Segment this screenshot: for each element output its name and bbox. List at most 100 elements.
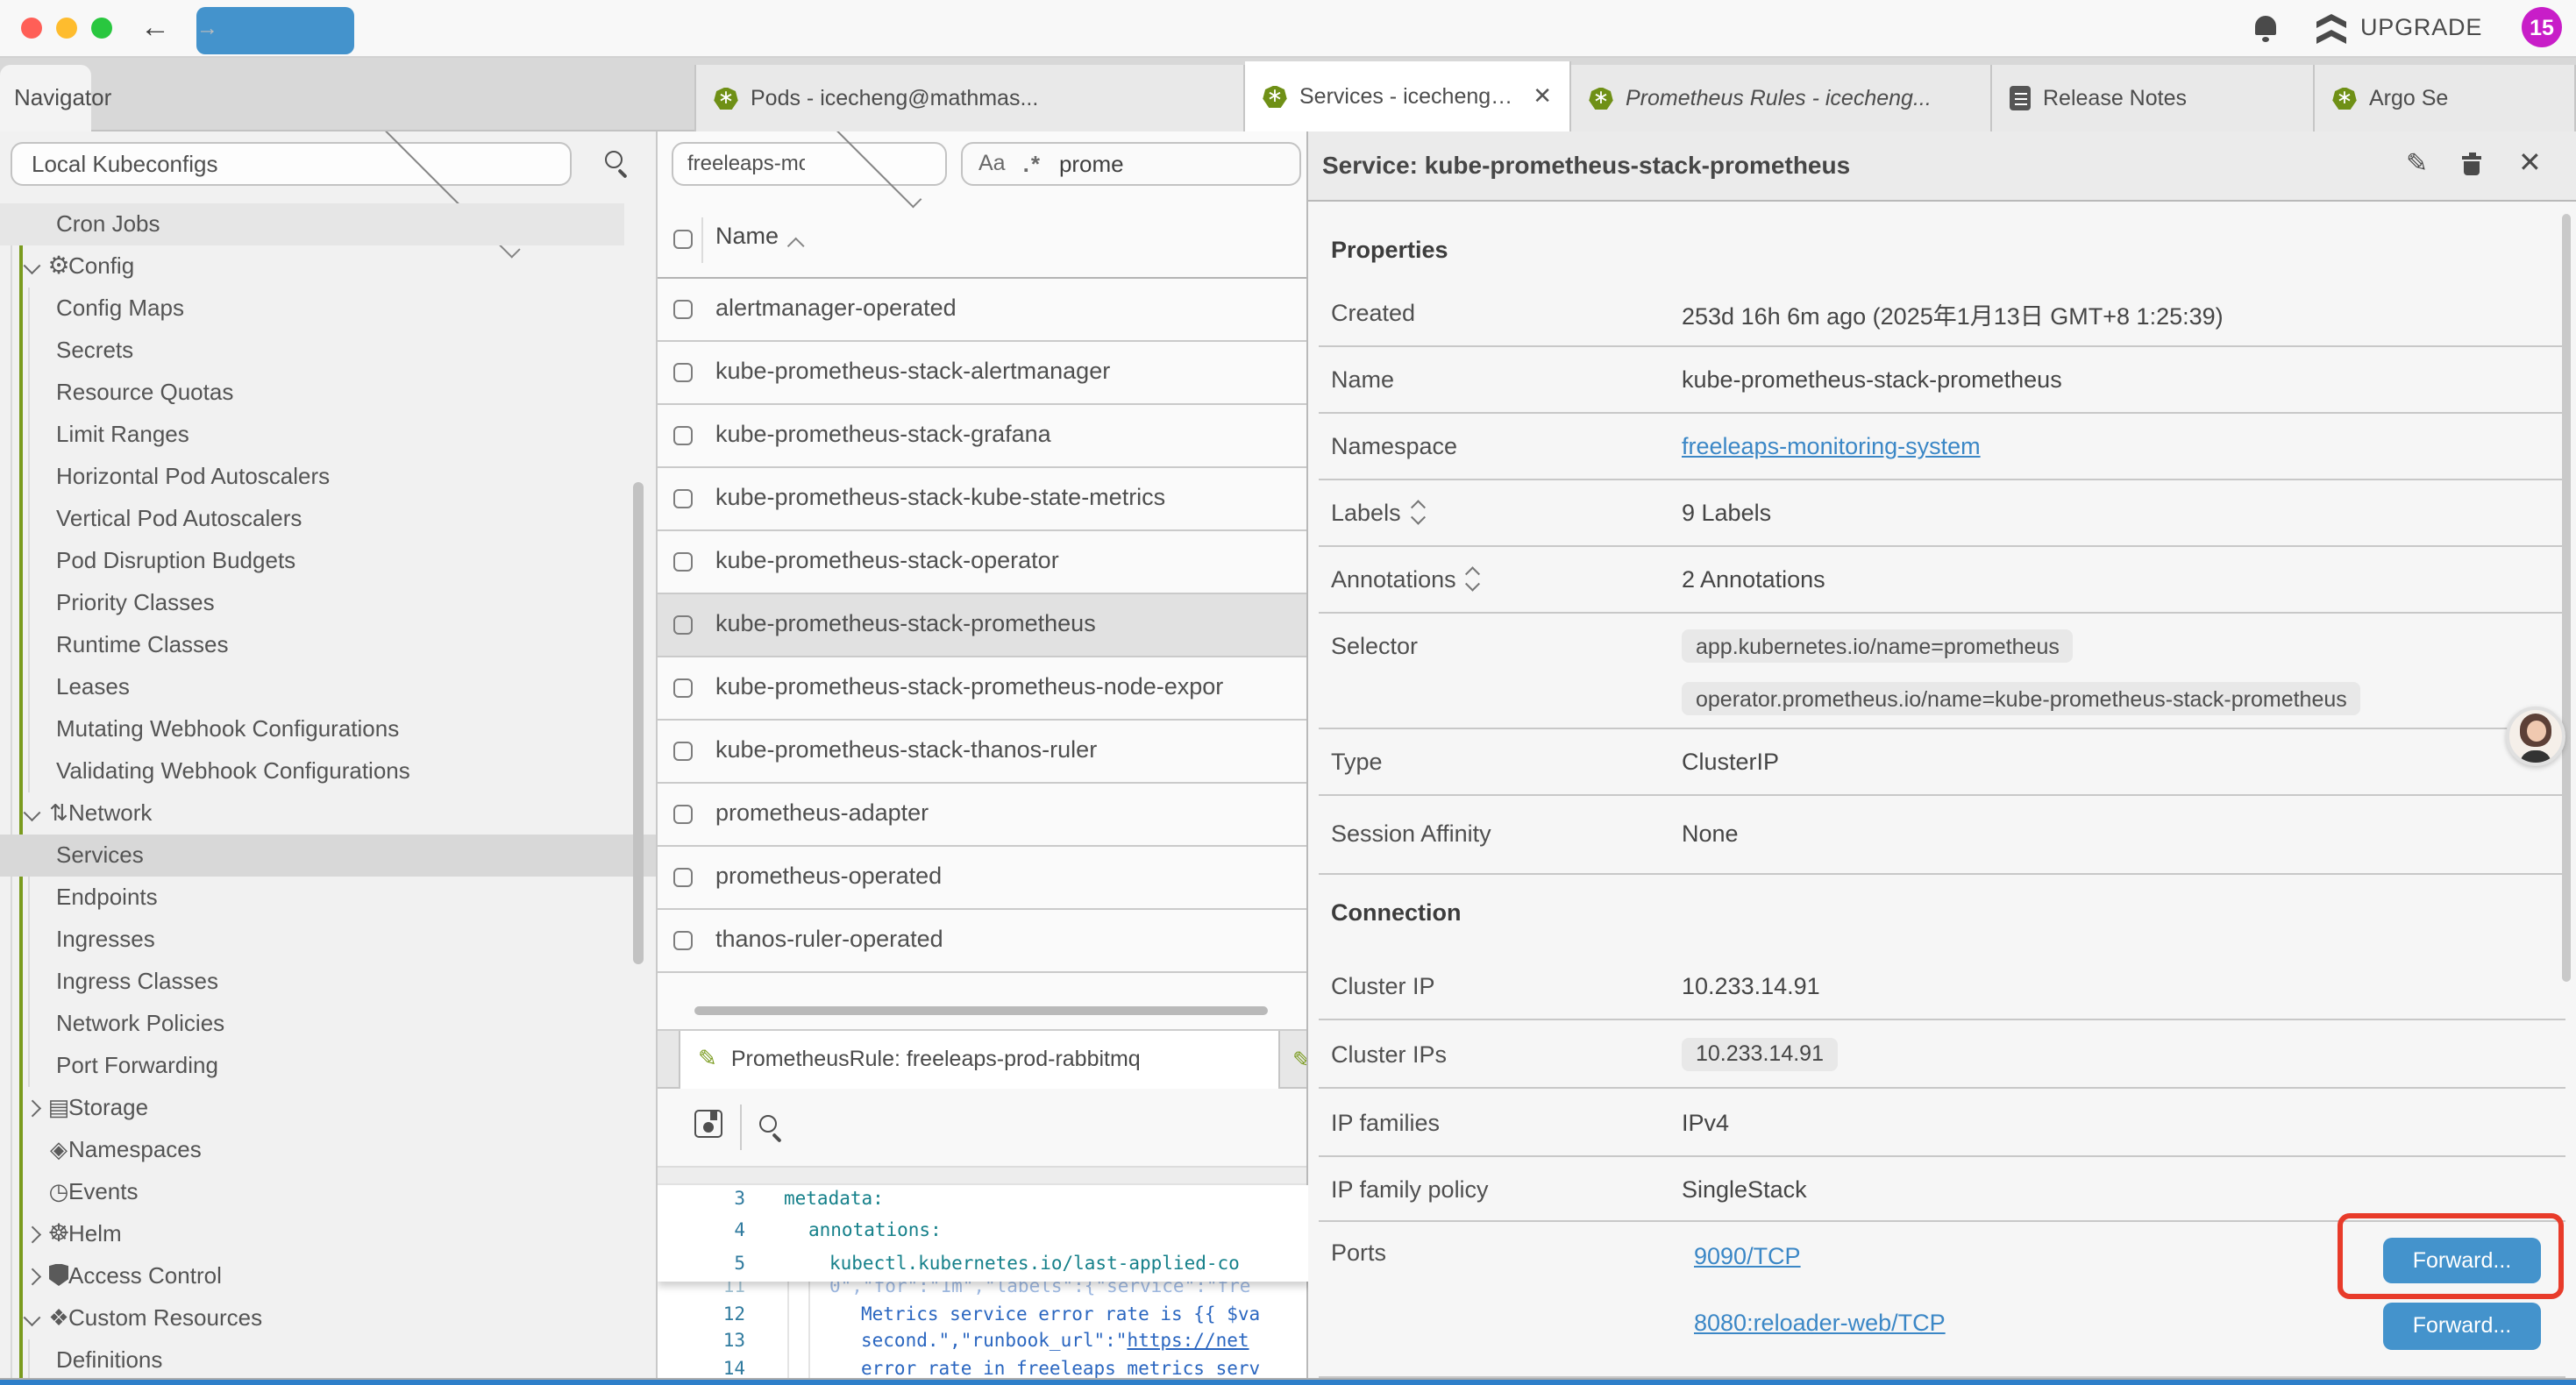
property-value[interactable]: kube-prometheus-stack-prometheus: [1682, 366, 2062, 393]
filter-search-input[interactable]: Aa .* prome: [961, 141, 1301, 185]
forward-button[interactable]: Forward...: [2383, 1303, 2541, 1349]
sidebar-item[interactable]: Cron Jobs: [0, 202, 624, 245]
zoom-window-button[interactable]: [91, 18, 112, 39]
sidebar-item[interactable]: Validating Webhook Configurations: [0, 749, 656, 792]
row-checkbox[interactable]: [673, 362, 693, 381]
close-icon[interactable]: ✕: [2518, 146, 2542, 181]
table-horizontal-scrollbar[interactable]: [694, 1005, 1268, 1015]
table-row[interactable]: kube-prometheus-stack-grafana: [658, 404, 1308, 467]
sidebar-item[interactable]: Limit Ranges: [0, 413, 656, 455]
name-column-header[interactable]: Name: [715, 223, 779, 249]
row-checkbox[interactable]: [673, 488, 693, 508]
row-checkbox[interactable]: [673, 804, 693, 823]
property-value[interactable]: 2 Annotations: [1682, 566, 1825, 593]
port-link[interactable]: 9090/TCP: [1694, 1243, 1801, 1269]
row-checkbox[interactable]: [673, 299, 693, 318]
sidebar-item[interactable]: Storage: [0, 1086, 656, 1128]
table-row[interactable]: kube-prometheus-stack-operator: [658, 530, 1308, 593]
minimize-window-button[interactable]: [56, 18, 77, 39]
chevron-icon[interactable]: [24, 1308, 39, 1324]
url-link[interactable]: https://net: [1127, 1331, 1249, 1352]
notification-count-badge[interactable]: 15: [2522, 7, 2562, 47]
property-value[interactable]: 253d 16h 6m ago (2025年1月13日 GMT+8 1:25:3…: [1682, 295, 2224, 330]
sidebar-item[interactable]: Port Forwarding: [0, 1044, 656, 1086]
sidebar-item[interactable]: Secrets: [0, 329, 656, 371]
search-icon[interactable]: [605, 151, 623, 168]
upgrade-chevrons-icon[interactable]: [2316, 14, 2346, 42]
table-row[interactable]: kube-prometheus-stack-prometheus: [658, 593, 1308, 657]
forward-arrow-icon[interactable]: →: [196, 7, 354, 53]
kubeconfig-select[interactable]: Local Kubeconfigs: [11, 141, 572, 185]
select-all-checkbox[interactable]: [673, 230, 693, 249]
table-row[interactable]: kube-prometheus-stack-kube-state-metrics: [658, 467, 1308, 530]
editor-tab[interactable]: ✎ PrometheusRule: freeleaps-prod-rabbitm…: [679, 1030, 1280, 1089]
close-window-button[interactable]: [21, 18, 42, 39]
sidebar-item[interactable]: Pod Disruption Budgets: [0, 539, 656, 581]
chevron-icon[interactable]: [24, 803, 39, 819]
sidebar-item[interactable]: Mutating Webhook Configurations: [0, 707, 656, 749]
notifications-bell-icon[interactable]: [2255, 16, 2276, 35]
sidebar-item[interactable]: Endpoints: [0, 876, 656, 918]
sidebar-scrollbar[interactable]: [633, 482, 643, 964]
sidebar-item[interactable]: Services: [0, 834, 656, 876]
close-icon[interactable]: ✕: [1529, 82, 1552, 110]
chevron-icon[interactable]: [24, 256, 39, 272]
save-icon[interactable]: [694, 1110, 722, 1138]
sidebar-item[interactable]: Ingress Classes: [0, 960, 656, 1002]
table-row[interactable]: kube-prometheus-stack-thanos-ruler: [658, 720, 1308, 783]
table-row[interactable]: thanos-ruler-operated: [658, 909, 1308, 972]
sidebar-item[interactable]: Ingresses: [0, 918, 656, 960]
back-arrow-icon[interactable]: ←: [140, 7, 170, 49]
app-tab[interactable]: Release Notes: [1992, 65, 2315, 131]
chevron-icon[interactable]: [24, 1099, 39, 1115]
row-checkbox[interactable]: [673, 551, 693, 571]
expand-icon[interactable]: [1469, 571, 1478, 589]
sidebar-item[interactable]: Access Control: [0, 1254, 656, 1296]
namespace-select[interactable]: freeleaps-monitoring-system: [672, 141, 947, 185]
chevron-icon[interactable]: [24, 1268, 39, 1283]
sidebar-item[interactable]: Network Policies: [0, 1002, 656, 1044]
row-checkbox[interactable]: [673, 867, 693, 886]
sidebar-item[interactable]: Runtime Classes: [0, 623, 656, 665]
table-row[interactable]: prometheus-adapter: [658, 783, 1308, 846]
sidebar-item[interactable]: Leases: [0, 665, 656, 707]
navigator-tab[interactable]: Navigator: [0, 65, 91, 131]
detail-scrollbar[interactable]: [2562, 214, 2571, 982]
row-checkbox[interactable]: [673, 741, 693, 760]
avatar[interactable]: [2506, 707, 2565, 766]
edit-pencil-icon[interactable]: ✎: [2406, 147, 2428, 179]
sidebar-item[interactable]: Config Maps: [0, 287, 656, 329]
table-row[interactable]: kube-prometheus-stack-prometheus-node-ex…: [658, 657, 1308, 720]
sidebar-item[interactable]: Events: [0, 1170, 656, 1212]
property-value[interactable]: freeleaps-monitoring-system: [1682, 433, 1981, 459]
property-value[interactable]: 9 Labels: [1682, 500, 1771, 526]
table-row[interactable]: alertmanager-operated: [658, 278, 1308, 341]
sidebar-item[interactable]: Vertical Pod Autoscalers: [0, 497, 656, 539]
sidebar-item[interactable]: Custom Resources: [0, 1296, 656, 1339]
sidebar-item[interactable]: Config: [0, 245, 656, 287]
yaml-editor[interactable]: 11 0","for":"1m","labels":{"service":"fr…: [658, 1185, 1308, 1380]
table-row[interactable]: kube-prometheus-stack-alertmanager: [658, 341, 1308, 404]
port-link[interactable]: 8080:reloader-web/TCP: [1694, 1310, 1946, 1336]
row-checkbox[interactable]: [673, 678, 693, 697]
sidebar-item[interactable]: Resource Quotas: [0, 371, 656, 413]
app-tab[interactable]: Services - icecheng@math... ✕: [1245, 61, 1571, 131]
app-tab[interactable]: Pods - icecheng@mathmas...: [694, 65, 1245, 131]
sidebar-item[interactable]: Priority Classes: [0, 581, 656, 623]
sidebar-item[interactable]: Network: [0, 792, 656, 834]
editor-search-icon[interactable]: [759, 1115, 777, 1133]
row-checkbox[interactable]: [673, 930, 693, 949]
match-case-icon[interactable]: Aa: [978, 151, 1006, 175]
regex-icon[interactable]: .*: [1023, 150, 1042, 176]
app-tab[interactable]: Argo Se: [2315, 65, 2576, 131]
upgrade-button[interactable]: UPGRADE: [2360, 14, 2482, 40]
table-row[interactable]: prometheus-operated: [658, 846, 1308, 909]
row-checkbox[interactable]: [673, 614, 693, 634]
sidebar-item[interactable]: Helm: [0, 1212, 656, 1254]
chevron-icon[interactable]: [24, 1225, 39, 1241]
sort-ascending-icon[interactable]: [787, 238, 803, 254]
app-tab[interactable]: Prometheus Rules - icecheng...: [1571, 65, 1992, 131]
sidebar-item[interactable]: Definitions: [0, 1339, 656, 1379]
row-checkbox[interactable]: [673, 425, 693, 444]
sidebar-item[interactable]: Namespaces: [0, 1128, 656, 1170]
